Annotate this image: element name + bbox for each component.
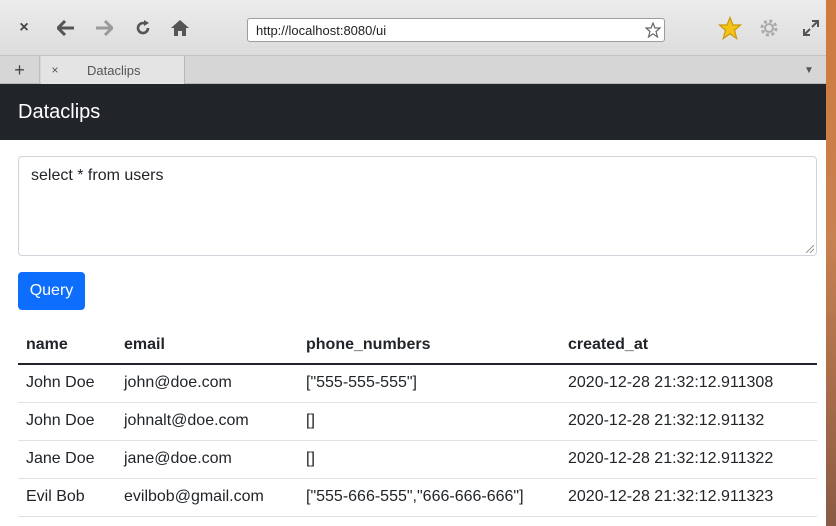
cell-email: john@doe.com: [116, 364, 298, 403]
new-tab-button[interactable]: +: [0, 56, 40, 84]
table-header-row: name email phone_numbers created_at: [18, 326, 817, 365]
column-header-name: name: [18, 326, 116, 365]
cell-created-at: 2020-12-28 21:32:12.911323: [560, 478, 817, 517]
results-table: name email phone_numbers created_at John…: [18, 326, 817, 517]
cell-phone-numbers: ["555-666-555","666-666-666"]: [298, 478, 560, 517]
reload-button[interactable]: [129, 14, 157, 42]
table-row: John Doe johnalt@doe.com [] 2020-12-28 2…: [18, 402, 817, 441]
table-row: John Doe john@doe.com ["555-555-555"] 20…: [18, 364, 817, 403]
tab-dataclips[interactable]: × Dataclips: [41, 56, 185, 84]
query-button[interactable]: Query: [18, 272, 85, 310]
table-row: Jane Doe jane@doe.com [] 2020-12-28 21:3…: [18, 440, 817, 479]
cell-created-at: 2020-12-28 21:32:12.91132: [560, 402, 817, 441]
cell-name: Jane Doe: [18, 440, 116, 479]
tab-menu-button[interactable]: ▼: [798, 56, 820, 84]
cell-phone-numbers: ["555-555-555"]: [298, 364, 560, 403]
browser-toolbar: × http://localhost:8080/ui: [0, 0, 826, 55]
home-button[interactable]: [166, 14, 194, 42]
address-bar[interactable]: http://localhost:8080/ui: [247, 18, 665, 42]
cell-name: Evil Bob: [18, 478, 116, 517]
fullscreen-button[interactable]: [797, 14, 825, 42]
bookmark-star-icon[interactable]: [642, 19, 664, 41]
settings-button[interactable]: [755, 14, 783, 42]
query-text: select * from users: [31, 167, 164, 184]
cell-email: evilbob@gmail.com: [116, 478, 298, 517]
column-header-phone-numbers: phone_numbers: [298, 326, 560, 365]
tab-close-icon[interactable]: ×: [41, 56, 69, 84]
cell-name: John Doe: [18, 402, 116, 441]
query-textarea[interactable]: select * from users: [18, 156, 817, 256]
navbar-brand[interactable]: Dataclips: [18, 101, 100, 124]
browser-window: × http://localhost:8080/ui + × Dataclips…: [0, 0, 826, 526]
cell-created-at: 2020-12-28 21:32:12.911308: [560, 364, 817, 403]
cell-phone-numbers: []: [298, 440, 560, 479]
star-icon: [718, 16, 742, 40]
tab-label: Dataclips: [87, 62, 141, 78]
tab-strip: + × Dataclips ▼: [0, 55, 826, 84]
chevron-down-icon: ▼: [804, 64, 814, 76]
url-text[interactable]: http://localhost:8080/ui: [256, 23, 642, 38]
column-header-email: email: [116, 326, 298, 365]
close-icon: ×: [19, 19, 29, 36]
cell-phone-numbers: []: [298, 402, 560, 441]
resize-handle-icon[interactable]: [806, 245, 814, 253]
main-content: select * from users Query name email pho…: [18, 156, 817, 517]
arrow-right-icon: [96, 20, 113, 36]
app-navbar: Dataclips: [0, 84, 826, 140]
desktop-background: [826, 0, 836, 526]
cell-name: John Doe: [18, 364, 116, 403]
arrow-left-icon: [57, 20, 74, 36]
back-button[interactable]: [52, 14, 80, 42]
reload-icon: [136, 20, 150, 35]
column-header-created-at: created_at: [560, 326, 817, 365]
plus-icon: +: [14, 59, 25, 80]
home-icon: [171, 20, 189, 36]
gear-icon: [760, 19, 778, 37]
cell-created-at: 2020-12-28 21:32:12.911322: [560, 440, 817, 479]
cell-email: jane@doe.com: [116, 440, 298, 479]
cell-email: johnalt@doe.com: [116, 402, 298, 441]
bookmarks-button[interactable]: [716, 14, 744, 42]
forward-button[interactable]: [90, 14, 118, 42]
table-row: Evil Bob evilbob@gmail.com ["555-666-555…: [18, 478, 817, 517]
close-window-button[interactable]: ×: [10, 14, 38, 42]
expand-icon: [803, 20, 819, 36]
